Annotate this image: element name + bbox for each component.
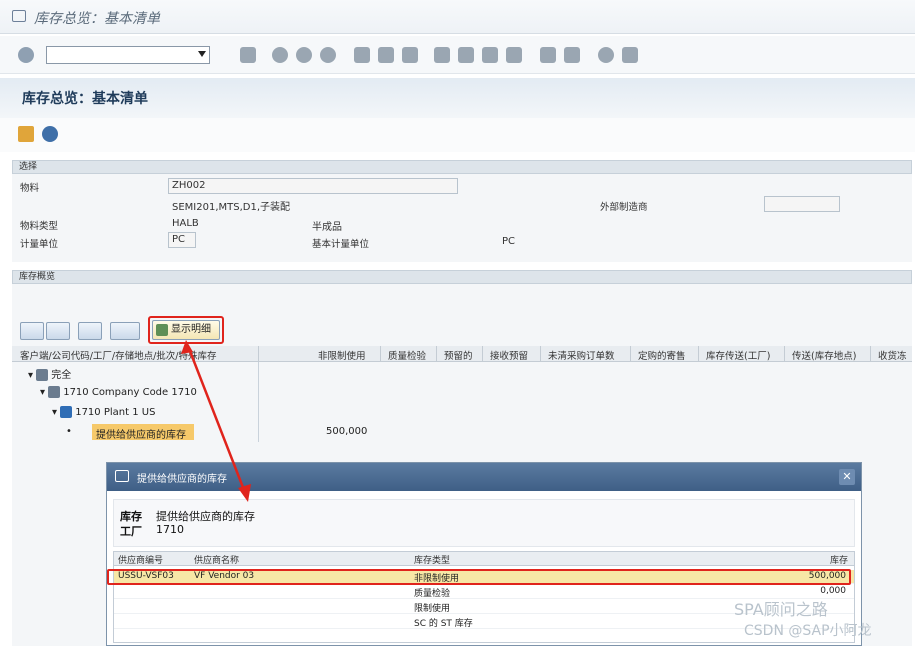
col-stock[interactable]: 库存 xyxy=(830,553,848,566)
dialog-title-bar: 提供给供应商的库存 ✕ xyxy=(107,463,861,491)
window-title: 库存总览：基本清单 xyxy=(34,11,160,27)
material-type-label: 物料类型 xyxy=(20,221,59,232)
last-page-icon[interactable] xyxy=(506,47,522,63)
info-key-stock: 库存 xyxy=(120,510,142,523)
tree-node-plant[interactable]: ▾ 1710 Plant 1 US xyxy=(52,406,155,418)
col-gr-blocked[interactable]: 收货冻 xyxy=(878,348,907,362)
back-icon[interactable] xyxy=(272,47,288,63)
info-val-plant: 1710 xyxy=(156,523,184,536)
application-toolbar xyxy=(0,118,915,152)
col-quality[interactable]: 质量检验 xyxy=(388,348,426,362)
next-page-icon[interactable] xyxy=(482,47,498,63)
cell-stock-type: SC 的 ST 库存 xyxy=(414,619,473,629)
col-reserved[interactable]: 预留的 xyxy=(444,348,473,362)
selected-row-highlight xyxy=(107,569,851,585)
overview-column-header: 客户端/公司代码/工厂/存储地点/批次/特殊库存 非限制使用 质量检验 预留的 … xyxy=(12,346,912,362)
standard-toolbar xyxy=(0,36,915,74)
detail-highlight xyxy=(148,316,224,344)
window-icon xyxy=(115,470,129,482)
tree-node-vendor-stock[interactable]: 提供给供应商的库存 xyxy=(96,426,186,441)
col-transfer-sloc[interactable]: 传送(库存地点) xyxy=(792,348,856,362)
cell-stock: 0,000 xyxy=(820,586,846,596)
selection-panel xyxy=(12,174,912,262)
material-description: SEMI201,MTS,D1,子装配 xyxy=(172,202,291,213)
first-page-icon[interactable] xyxy=(434,47,450,63)
building-icon xyxy=(48,386,61,398)
tree-node-company[interactable]: ▾ 1710 Company Code 1710 xyxy=(40,386,197,398)
layout-icon[interactable] xyxy=(622,47,638,63)
tree-node-vendor-stock-value: 500,000 xyxy=(326,426,368,437)
base-uom-value: PC xyxy=(502,236,516,247)
tree-node-total[interactable]: ▾ 完全 xyxy=(28,366,71,381)
cancel-icon[interactable] xyxy=(320,47,336,63)
tree-toolbar xyxy=(20,322,150,340)
shortcut-icon[interactable] xyxy=(564,47,580,63)
cell-stock-type: 质量检验 xyxy=(414,589,451,599)
col-vendor-name[interactable]: 供应商名称 xyxy=(194,553,239,566)
material-type-code: HALB xyxy=(172,218,199,229)
col-hierarchy[interactable]: 客户端/公司代码/工厂/存储地点/批次/特殊库存 xyxy=(20,348,217,362)
page-title: 库存总览：基本清单 xyxy=(22,91,148,107)
save-icon[interactable] xyxy=(240,47,256,63)
col-consignment[interactable]: 定购的寄售 xyxy=(638,348,686,362)
col-stock-type[interactable]: 库存类型 xyxy=(414,553,450,566)
external-vendor-label: 外部制造商 xyxy=(600,202,648,213)
tree-bullet: • xyxy=(66,426,72,437)
print-icon[interactable] xyxy=(354,47,370,63)
find-icon[interactable] xyxy=(78,322,102,340)
window-title-bar: 库存总览：基本清单 xyxy=(0,0,915,34)
base-uom-label: 基本计量单位 xyxy=(312,239,370,250)
table-header: 供应商编号 供应商名称 库存类型 库存 xyxy=(114,552,854,566)
find-icon[interactable] xyxy=(378,47,394,63)
selection-section-header: 选择 xyxy=(12,160,912,174)
col-transfer-plant[interactable]: 库存传送(工厂) xyxy=(706,348,770,362)
confirm-icon[interactable] xyxy=(18,47,34,63)
external-vendor-field[interactable] xyxy=(764,196,840,212)
watermark-line1: SPA顾问之路 xyxy=(734,600,828,619)
page-banner: 库存总览：基本清单 xyxy=(0,78,915,118)
open-folder-icon[interactable] xyxy=(18,126,34,142)
print-icon[interactable] xyxy=(110,322,140,340)
exit-icon[interactable] xyxy=(296,47,312,63)
expand-icon[interactable] xyxy=(20,322,44,340)
material-field[interactable]: ZH002 xyxy=(168,178,458,194)
uom-field[interactable]: PC xyxy=(168,232,196,248)
info-val-stock: 提供给供应商的库存 xyxy=(156,510,255,523)
uom-label: 计量单位 xyxy=(20,239,59,250)
close-icon[interactable]: ✕ xyxy=(839,469,855,485)
chevron-down-icon[interactable] xyxy=(198,51,206,57)
info-key-plant: 工厂 xyxy=(120,525,142,538)
factory-icon xyxy=(60,406,73,418)
material-type-name: 半成品 xyxy=(312,222,342,233)
dialog-title: 提供给供应商的库存 xyxy=(137,474,227,485)
col-unrestricted[interactable]: 非限制使用 xyxy=(318,348,366,362)
watermark-line2: CSDN @SAP小阿龙 xyxy=(744,623,872,639)
printer-icon xyxy=(36,369,49,381)
window-icon xyxy=(12,10,26,22)
new-session-icon[interactable] xyxy=(540,47,556,63)
find-next-icon[interactable] xyxy=(402,47,418,63)
col-receipt-reserved[interactable]: 接收预留 xyxy=(490,348,528,362)
help-icon[interactable] xyxy=(598,47,614,63)
cell-stock-type: 限制使用 xyxy=(414,604,451,614)
collapse-icon[interactable] xyxy=(46,322,70,340)
material-label: 物料 xyxy=(20,183,40,194)
col-open-po[interactable]: 未清采购订单数 xyxy=(548,348,615,362)
command-field[interactable] xyxy=(46,46,210,64)
prev-page-icon[interactable] xyxy=(458,47,474,63)
col-vendor-no[interactable]: 供应商编号 xyxy=(118,553,163,566)
overview-section-header: 库存概览 xyxy=(12,270,912,284)
dialog-info: 库存 提供给供应商的库存 工厂 1710 xyxy=(113,499,855,547)
refresh-icon[interactable] xyxy=(42,126,58,142)
